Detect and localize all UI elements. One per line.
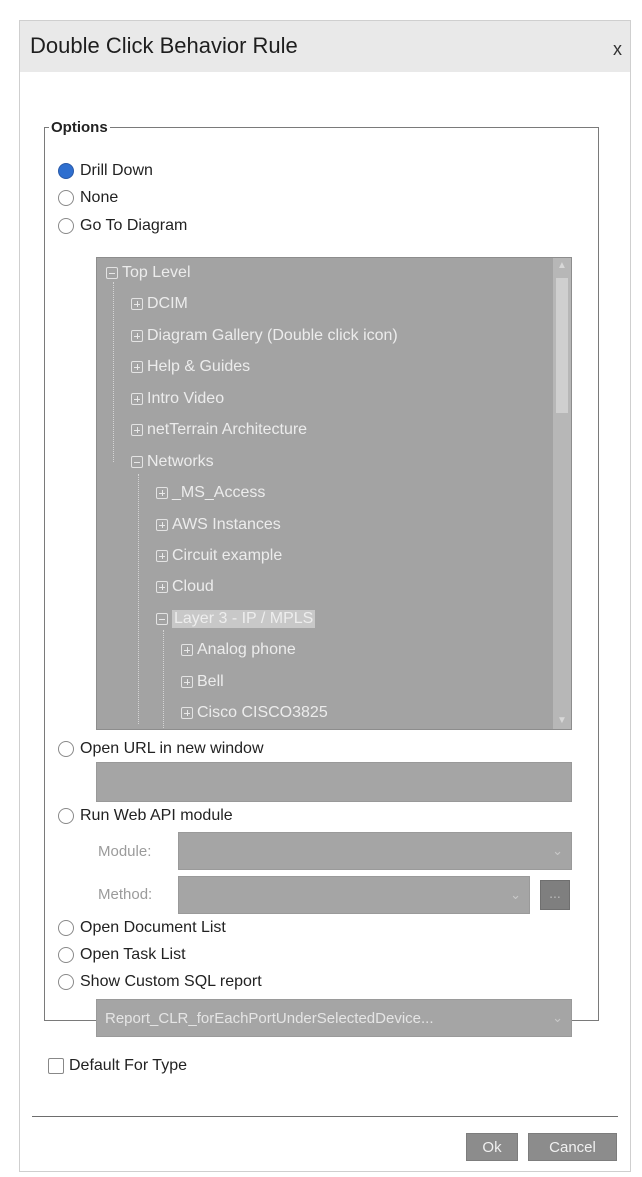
method-select[interactable]: ⌄ — [178, 876, 530, 914]
tree-node-ms-access[interactable]: _MS_Access — [156, 484, 265, 502]
radio-show-custom-sql[interactable]: Show Custom SQL report — [58, 973, 262, 991]
radio-open-document-list[interactable]: Open Document List — [58, 919, 226, 937]
tree-guide-line — [163, 630, 164, 729]
dialog-title: Double Click Behavior Rule — [30, 33, 298, 58]
module-select[interactable]: ⌄ — [178, 832, 572, 870]
tree-node-aws-instances[interactable]: AWS Instances — [156, 516, 281, 534]
sql-report-select[interactable]: Report_CLR_forEachPortUnderSelectedDevic… — [96, 999, 572, 1037]
tree-guide-line — [113, 282, 114, 462]
expand-icon[interactable] — [131, 330, 143, 342]
expand-icon[interactable] — [131, 393, 143, 405]
radio-drill-down[interactable]: Drill Down — [58, 162, 153, 180]
default-for-type-checkbox[interactable]: Default For Type — [48, 1057, 187, 1075]
chevron-down-icon: ⌄ — [552, 1010, 563, 1025]
radio-run-web-api-label: Run Web API module — [80, 807, 233, 824]
scroll-up-icon[interactable]: ▲ — [556, 260, 568, 272]
collapse-icon[interactable] — [131, 456, 143, 468]
cancel-button[interactable]: Cancel — [528, 1133, 617, 1161]
radio-drill-down-label: Drill Down — [80, 162, 153, 179]
radio-none-indicator[interactable] — [58, 190, 74, 206]
close-icon[interactable]: x — [613, 39, 622, 60]
method-browse-button[interactable]: ... — [540, 880, 570, 910]
method-label: Method: — [98, 886, 153, 903]
radio-open-task-list-label: Open Task List — [80, 946, 186, 963]
diagram-tree[interactable]: Top Level DCIM Diagram Gallery (Double c… — [96, 257, 572, 730]
expand-icon[interactable] — [156, 550, 168, 562]
tree-node-cloud[interactable]: Cloud — [156, 578, 214, 596]
expand-icon[interactable] — [131, 361, 143, 373]
chevron-down-icon: ⌄ — [510, 887, 521, 902]
tree-node-dcim[interactable]: DCIM — [131, 295, 188, 313]
radio-open-url[interactable]: Open URL in new window — [58, 740, 264, 758]
radio-open-task-list-indicator[interactable] — [58, 947, 74, 963]
expand-icon[interactable] — [131, 424, 143, 436]
radio-run-web-api-indicator[interactable] — [58, 808, 74, 824]
radio-open-url-indicator[interactable] — [58, 741, 74, 757]
expand-icon[interactable] — [156, 487, 168, 499]
radio-go-to-diagram[interactable]: Go To Diagram — [58, 217, 187, 235]
options-group: Options Drill Down None Go To Diagram To… — [44, 119, 599, 1037]
expand-icon[interactable] — [156, 581, 168, 593]
tree-node-bell[interactable]: Bell — [181, 673, 224, 691]
module-label: Module: — [98, 843, 152, 860]
default-for-type-label: Default For Type — [69, 1057, 187, 1074]
scroll-down-icon[interactable]: ▼ — [556, 715, 568, 727]
radio-run-web-api[interactable]: Run Web API module — [58, 807, 233, 825]
radio-none[interactable]: None — [58, 189, 118, 207]
tree-node-circuit-example[interactable]: Circuit example — [156, 547, 282, 565]
dialog-titlebar: Double Click Behavior Rule x — [20, 21, 630, 72]
tree-node-intro-video[interactable]: Intro Video — [131, 390, 224, 408]
collapse-icon[interactable] — [106, 267, 118, 279]
scroll-thumb[interactable] — [556, 278, 568, 413]
sql-report-value: Report_CLR_forEachPortUnderSelectedDevic… — [105, 1009, 434, 1027]
radio-go-to-diagram-indicator[interactable] — [58, 218, 74, 234]
radio-go-to-diagram-label: Go To Diagram — [80, 217, 188, 234]
tree-node-cisco-cisco3825[interactable]: Cisco CISCO3825 — [181, 704, 328, 722]
options-legend: Options — [51, 119, 108, 136]
radio-open-url-label: Open URL in new window — [80, 740, 264, 757]
chevron-down-icon: ⌄ — [552, 843, 563, 858]
radio-open-document-list-indicator[interactable] — [58, 920, 74, 936]
expand-icon[interactable] — [131, 298, 143, 310]
radio-open-document-list-label: Open Document List — [80, 919, 226, 936]
double-click-behavior-dialog: Double Click Behavior Rule x Options Dri… — [19, 20, 631, 1172]
collapse-icon[interactable] — [156, 613, 168, 625]
tree-node-help-guides[interactable]: Help & Guides — [131, 358, 250, 376]
tree-node-netterrain-architecture[interactable]: netTerrain Architecture — [131, 421, 307, 439]
tree-node-layer3-ip-mpls[interactable]: Layer 3 - IP / MPLS — [156, 610, 316, 628]
ok-button[interactable]: Ok — [466, 1133, 518, 1161]
expand-icon[interactable] — [181, 676, 193, 688]
default-for-type-box[interactable] — [48, 1058, 64, 1074]
expand-icon[interactable] — [181, 644, 193, 656]
radio-show-custom-sql-indicator[interactable] — [58, 974, 74, 990]
tree-node-networks[interactable]: Networks — [131, 453, 214, 471]
radio-none-label: None — [80, 189, 119, 206]
radio-show-custom-sql-label: Show Custom SQL report — [80, 973, 262, 990]
tree-guide-line — [138, 474, 139, 724]
tree-node-diagram-gallery[interactable]: Diagram Gallery (Double click icon) — [131, 327, 398, 345]
radio-drill-down-indicator[interactable] — [58, 163, 74, 179]
footer-divider — [32, 1116, 618, 1117]
tree-node-top-level[interactable]: Top Level — [106, 264, 191, 282]
url-input[interactable] — [96, 762, 572, 802]
tree-node-analog-phone[interactable]: Analog phone — [181, 641, 296, 659]
expand-icon[interactable] — [181, 707, 193, 719]
tree-scrollbar[interactable]: ▲ ▼ — [553, 258, 571, 729]
radio-open-task-list[interactable]: Open Task List — [58, 946, 186, 964]
expand-icon[interactable] — [156, 519, 168, 531]
